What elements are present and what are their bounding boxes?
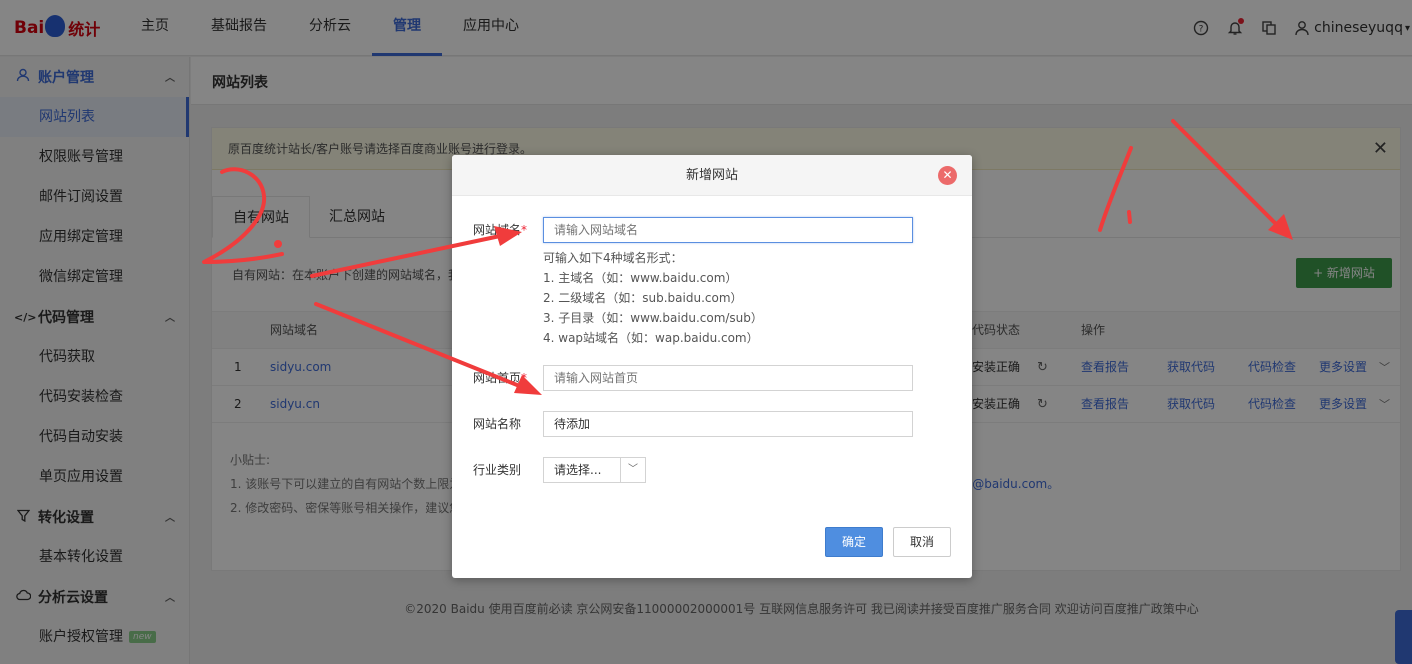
site-name-label: 网站名称 — [473, 417, 522, 431]
domain-input[interactable] — [543, 217, 913, 243]
domain-hint-3: 3. 子目录（如：www.baidu.com/sub） — [543, 311, 763, 325]
domain-hint-4: 4. wap站域名（如：wap.baidu.com） — [543, 331, 759, 345]
industry-select-value: 请选择... — [554, 463, 602, 477]
add-site-dialog: 新增网站 ✕ 网站域名* 可输入如下4种域名形式： 1. 主域名（如：www.b… — [452, 155, 972, 578]
industry-label: 行业类别 — [473, 463, 522, 477]
domain-hint-1: 1. 主域名（如：www.baidu.com） — [543, 271, 738, 285]
homepage-label: 网站首页* — [473, 371, 528, 385]
industry-select[interactable]: 请选择... ﹀ — [543, 457, 646, 483]
domain-hint-title: 可输入如下4种域名形式： — [543, 251, 683, 265]
chevron-down-icon: ﹀ — [620, 458, 645, 482]
dialog-title: 新增网站 — [452, 155, 972, 196]
close-icon[interactable]: ✕ — [938, 166, 957, 185]
confirm-button[interactable]: 确定 — [825, 527, 883, 557]
domain-label: 网站域名* — [473, 223, 528, 237]
homepage-input[interactable] — [543, 365, 913, 391]
domain-hint-2: 2. 二级域名（如：sub.baidu.com） — [543, 291, 743, 305]
site-name-input[interactable]: 待添加 — [543, 411, 913, 437]
cancel-button[interactable]: 取消 — [893, 527, 951, 557]
